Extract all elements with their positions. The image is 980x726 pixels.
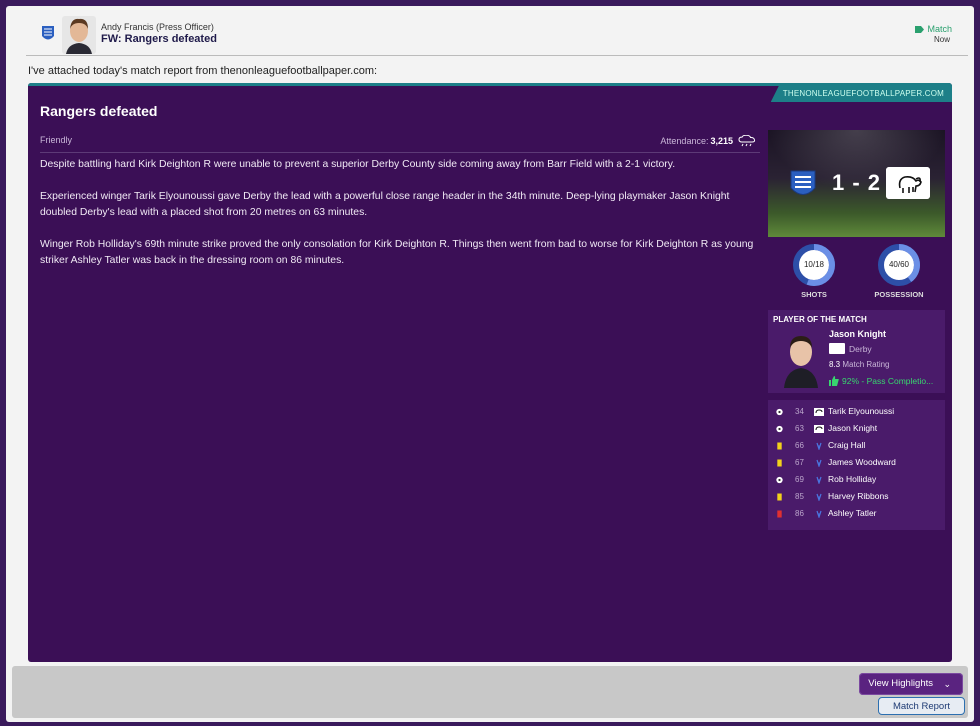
event-minute: 66 [795, 441, 804, 450]
match-report-button[interactable]: Match Report [877, 697, 965, 715]
stat-possession: 40/60 POSSESSION [864, 243, 934, 299]
attendance: Attendance: 3,215 [660, 135, 756, 147]
football-icon [776, 425, 783, 433]
event-player[interactable]: Tarik Elyounoussi [828, 406, 894, 416]
event-player[interactable]: Jason Knight [828, 423, 877, 433]
match-stats: 10/18 SHOTS 40/60 POSSESSION [768, 237, 945, 305]
tag-icon [915, 25, 925, 33]
message-time: Now [933, 35, 950, 44]
home-club-crest-icon [790, 170, 816, 195]
event-player[interactable]: James Woodward [828, 457, 896, 467]
match-report-article: THENONLEAGUEFOOTBALLPAPER.COM Rangers de… [28, 83, 952, 662]
potm-pass-text: 92% - Pass Completio... [842, 376, 934, 386]
event-row[interactable]: 63 Jason Knight [768, 421, 945, 438]
article-paragraph: Winger Rob Holliday's 69th minute strike… [40, 239, 754, 266]
footer-bar: View Highlights ⌄ Match Report [12, 666, 968, 718]
view-highlights-button[interactable]: View Highlights ⌄ [859, 673, 963, 695]
derby-badge-icon [814, 425, 824, 433]
yellow-card-icon [777, 459, 782, 467]
potm-club: Derby [829, 343, 872, 354]
event-minute: 34 [795, 407, 804, 416]
potm-player-photo [782, 330, 820, 388]
red-card-icon [777, 510, 782, 518]
article-body: Despite battling hard Kirk Deighton R we… [40, 157, 758, 285]
potm-club-name: Derby [849, 343, 872, 354]
sender-name: Andy Francis [101, 22, 154, 32]
match-events-list: 34 Tarik Elyounoussi 63 Jason Knight 66 Craig… [768, 400, 945, 530]
derby-badge-icon [814, 408, 824, 416]
event-row[interactable]: 34 Tarik Elyounoussi [768, 404, 945, 421]
player-of-the-match[interactable]: PLAYER OF THE MATCH Jason Knight Derby 8… [768, 310, 945, 393]
shots-value: 10/18 [803, 260, 825, 269]
home-badge-icon [816, 493, 822, 501]
message-subject: FW: Rangers defeated [101, 33, 217, 45]
score: 1 - 2 [832, 170, 882, 195]
home-badge-icon [816, 442, 822, 450]
yellow-card-icon [777, 442, 782, 450]
club-crest-icon [42, 26, 54, 40]
home-badge-icon [816, 459, 822, 467]
potm-heading: PLAYER OF THE MATCH [773, 315, 867, 324]
scoreboard[interactable]: 1 - 2 [768, 130, 945, 237]
message-tag-label: Match [927, 24, 952, 34]
event-player[interactable]: Rob Holliday [828, 474, 876, 484]
thumbs-up-icon [829, 376, 839, 386]
message-header: Andy Francis (Press Officer) FW: Rangers… [6, 6, 974, 56]
message-intro: I've attached today's match report from … [28, 65, 378, 77]
event-minute: 86 [795, 509, 804, 518]
event-player[interactable]: Craig Hall [828, 440, 865, 450]
sender-line: Andy Francis (Press Officer) [101, 22, 214, 32]
competition-label: Friendly [40, 135, 73, 145]
event-row[interactable]: 86 Ashley Tatler [768, 506, 945, 523]
potm-rating-label: Match Rating [842, 360, 890, 369]
possession-ring: 40/60 [877, 243, 921, 287]
header-divider [26, 55, 968, 56]
message-window: Andy Francis (Press Officer) FW: Rangers… [6, 6, 974, 722]
potm-rating: 8.3 Match Rating [829, 360, 890, 369]
event-minute: 85 [795, 492, 804, 501]
club-badge-icon [829, 343, 845, 354]
cloud-rain-icon [738, 135, 756, 147]
potm-name: Jason Knight [829, 329, 887, 339]
football-icon [776, 408, 783, 416]
event-row[interactable]: 67 James Woodward [768, 455, 945, 472]
article-paragraph: Experienced winger Tarik Elyounoussi gav… [40, 191, 730, 218]
event-row[interactable]: 66 Craig Hall [768, 438, 945, 455]
potm-pass-completion: 92% - Pass Completio... [829, 376, 941, 386]
home-badge-icon [816, 476, 822, 484]
article-title: Rangers defeated [40, 103, 158, 119]
stat-shots: 10/18 SHOTS [779, 243, 849, 299]
source-tag: THENONLEAGUEFOOTBALLPAPER.COM [770, 86, 952, 102]
event-player[interactable]: Harvey Ribbons [828, 491, 888, 501]
chevron-down-icon: ⌄ [943, 679, 951, 689]
shots-label: SHOTS [801, 290, 827, 299]
attendance-value: 3,215 [710, 136, 733, 146]
event-minute: 69 [795, 475, 804, 484]
home-badge-icon [816, 510, 822, 518]
attendance-label: Attendance: [660, 136, 709, 146]
sender-avatar[interactable] [62, 16, 96, 54]
article-paragraph: Despite battling hard Kirk Deighton R we… [40, 159, 676, 170]
article-accent-line [28, 83, 952, 86]
possession-label: POSSESSION [874, 290, 924, 299]
event-minute: 63 [795, 424, 804, 433]
sender-role: (Press Officer) [156, 22, 214, 32]
event-minute: 67 [795, 458, 804, 467]
event-row[interactable]: 85 Harvey Ribbons [768, 489, 945, 506]
possession-value: 40/60 [888, 260, 910, 269]
message-tag[interactable]: Match [915, 24, 952, 34]
shots-ring: 10/18 [792, 243, 836, 287]
event-row[interactable]: 69 Rob Holliday [768, 472, 945, 489]
football-icon [776, 476, 783, 484]
potm-rating-value: 8.3 [829, 360, 841, 369]
event-player[interactable]: Ashley Tatler [828, 508, 877, 518]
article-divider [40, 152, 760, 153]
view-highlights-label: View Highlights [868, 678, 933, 689]
yellow-card-icon [777, 493, 782, 501]
derby-ram-crest-icon [886, 167, 930, 199]
